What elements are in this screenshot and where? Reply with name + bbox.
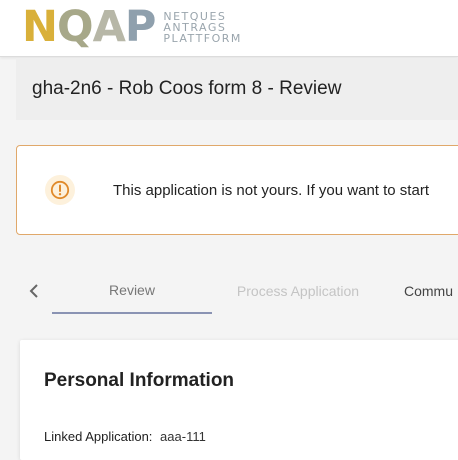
- field-value: aaa-111: [160, 429, 206, 444]
- logo-wordmark: NETQUES ANTRAGS PLATTFORM: [163, 11, 242, 44]
- logo-letter: P: [124, 2, 157, 52]
- personal-information-card: Personal Information Linked Application:…: [20, 340, 458, 460]
- page-title-bar: gha-2n6 - Rob Coos form 8 - Review: [16, 58, 458, 120]
- field-label: Linked Application:: [44, 429, 153, 444]
- section-title: Personal Information: [44, 370, 235, 391]
- logo-text-line: PLATTFORM: [163, 32, 242, 45]
- tab-process-application[interactable]: Process Application: [220, 268, 376, 314]
- chevron-left-icon[interactable]: [24, 280, 44, 302]
- logo-letter: N: [22, 2, 58, 52]
- tab-review[interactable]: Review: [52, 268, 212, 314]
- logo-letter: Q: [57, 2, 94, 52]
- page-title: gha-2n6 - Rob Coos form 8 - Review: [32, 78, 342, 99]
- linked-application-field: Linked Application: aaa-111: [44, 429, 206, 444]
- tab-communication[interactable]: Commu: [404, 268, 458, 314]
- logo-mark: N Q A P: [22, 2, 157, 52]
- alert-message: This application is not yours. If you wa…: [113, 181, 429, 199]
- app-header: N Q A P NETQUES ANTRAGS PLATTFORM: [0, 0, 458, 57]
- logo-letter: A: [92, 2, 126, 52]
- tab-bar: Review Process Application Commu: [16, 268, 458, 316]
- info-icon: [45, 175, 75, 205]
- ownership-alert: This application is not yours. If you wa…: [16, 145, 458, 235]
- nqap-logo[interactable]: N Q A P NETQUES ANTRAGS PLATTFORM: [22, 6, 242, 49]
